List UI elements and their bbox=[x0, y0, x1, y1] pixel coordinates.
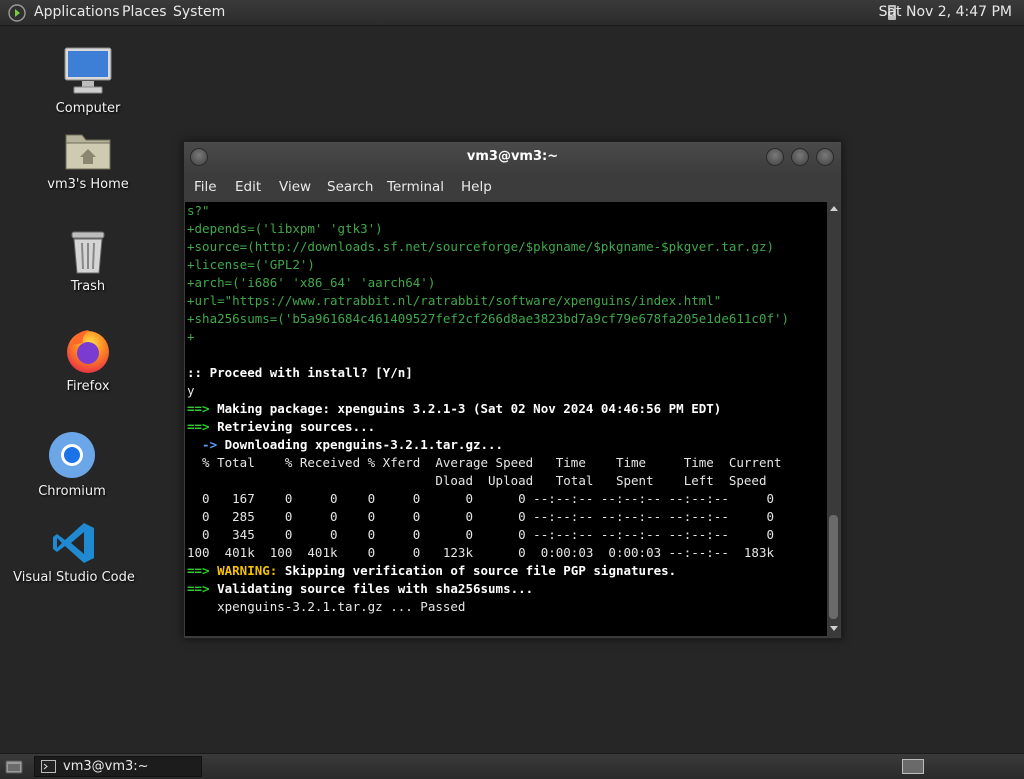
terminal-line: xpenguins-3.2.1.tar.gz ... Passed bbox=[187, 599, 466, 614]
vscode-icon bbox=[53, 523, 94, 563]
desktop-icon-trash[interactable]: Trash bbox=[23, 229, 153, 294]
terminal-line: 100 401k 100 401k 0 0 123k 0 0:00:03 0:0… bbox=[187, 545, 774, 560]
terminal-line: y bbox=[187, 383, 195, 398]
line-segment: ==> bbox=[187, 563, 210, 578]
desktop-icon-label: Visual Studio Code bbox=[13, 570, 135, 585]
window-titlebar[interactable]: vm3@vm3:~ bbox=[184, 142, 841, 173]
line-text: Retrieving sources... bbox=[209, 419, 376, 434]
trash-icon bbox=[71, 231, 105, 274]
menu-file[interactable]: File bbox=[194, 179, 217, 195]
terminal-line: ==> WARNING: Skipping verification of so… bbox=[187, 562, 676, 580]
terminal-line: 0 167 0 0 0 0 0 0 --:--:-- --:--:-- --:-… bbox=[187, 491, 774, 506]
desktop-icon-label: vm3's Home bbox=[47, 177, 129, 192]
terminal-window[interactable]: vm3@vm3:~ File Edit View Search Terminal… bbox=[183, 141, 842, 639]
menu-system[interactable]: System bbox=[173, 4, 225, 20]
terminal-line: +sha256sums=('b5a961684c461409527fef2cf2… bbox=[187, 311, 790, 326]
terminal-line: ==> Retrieving sources... bbox=[187, 418, 375, 436]
terminal-line: ==> Making package: xpenguins 3.2.1-3 (S… bbox=[187, 400, 721, 418]
clock[interactable]: Sat Nov 2, 4:47 PM bbox=[879, 4, 1012, 20]
desktop-icon-label: Trash bbox=[70, 279, 106, 294]
desktop-icon-label: Computer bbox=[55, 101, 121, 116]
maximize-button[interactable] bbox=[791, 148, 809, 166]
line-segment: WARNING: bbox=[209, 563, 278, 578]
desktop-icon-firefox[interactable]: Firefox bbox=[23, 325, 153, 394]
line-text: Making package: xpenguins 3.2.1-3 (Sat 0… bbox=[209, 401, 722, 416]
workspace-switcher[interactable] bbox=[902, 759, 924, 774]
terminal-line: :: Proceed with install? [Y/n] bbox=[187, 365, 413, 380]
applications-logo-icon[interactable] bbox=[8, 4, 26, 22]
desktop-icon-label: Firefox bbox=[66, 379, 110, 394]
terminal-line: Dload Upload Total Spent Left Speed bbox=[187, 473, 767, 488]
menu-view[interactable]: View bbox=[279, 179, 311, 195]
prompt-prefix: ==> bbox=[187, 401, 210, 416]
line-text: Downloading xpenguins-3.2.1.tar.gz... bbox=[217, 437, 504, 452]
chromium-icon bbox=[49, 432, 95, 478]
taskbar-button-terminal[interactable]: vm3@vm3:~ bbox=[34, 756, 202, 777]
prompt-prefix: ==> bbox=[187, 581, 210, 596]
terminal-line: ==> Validating source files with sha256s… bbox=[187, 580, 533, 598]
minimize-button[interactable] bbox=[766, 148, 784, 166]
close-button[interactable] bbox=[816, 148, 834, 166]
menu-search[interactable]: Search bbox=[327, 179, 373, 195]
window-title: vm3@vm3:~ bbox=[466, 149, 559, 164]
menu-terminal[interactable]: Terminal bbox=[387, 179, 444, 195]
line-segment: Skipping verification of source file PGP… bbox=[277, 563, 677, 578]
terminal-line: -> Downloading xpenguins-3.2.1.tar.gz... bbox=[187, 436, 503, 454]
prompt-prefix: ==> bbox=[187, 419, 210, 434]
desktop-icon-home[interactable]: vm3's Home bbox=[23, 127, 153, 192]
home-folder-icon bbox=[65, 134, 111, 170]
scroll-up-icon[interactable] bbox=[830, 206, 838, 211]
terminal-menubar: File Edit View Search Terminal Help bbox=[184, 173, 841, 202]
terminal-scrollbar[interactable] bbox=[827, 202, 840, 636]
bottom-panel: vm3@vm3:~ bbox=[0, 753, 1024, 779]
computer-icon bbox=[64, 47, 112, 94]
terminal-line: s?" bbox=[187, 203, 210, 218]
terminal-output[interactable]: s?" +depends=('libxpm' 'gtk3') +source=(… bbox=[185, 202, 827, 636]
scrollbar-thumb[interactable] bbox=[829, 515, 838, 619]
terminal-line: +source=(http://downloads.sf.net/sourcef… bbox=[187, 239, 774, 254]
terminal-line: +url="https://www.ratrabbit.nl/ratrabbit… bbox=[187, 293, 722, 308]
prompt-prefix: -> bbox=[187, 437, 218, 452]
terminal-line: +depends=('libxpm' 'gtk3') bbox=[187, 221, 383, 236]
desktop-icon-chromium[interactable]: Chromium bbox=[7, 430, 137, 499]
firefox-icon bbox=[67, 330, 109, 373]
desktop-icon-label: Chromium bbox=[38, 484, 106, 499]
terminal-line: 0 285 0 0 0 0 0 0 --:--:-- --:--:-- --:-… bbox=[187, 509, 774, 524]
terminal-line: + bbox=[187, 329, 195, 344]
menu-applications[interactable]: Applications bbox=[34, 4, 120, 20]
scroll-down-icon[interactable] bbox=[830, 626, 838, 631]
menu-places[interactable]: Places bbox=[122, 4, 167, 20]
terminal-line: +arch=('i686' 'x86_64' 'aarch64') bbox=[187, 275, 436, 290]
terminal-line: +license=('GPL2') bbox=[187, 257, 315, 272]
taskbar-button-label: vm3@vm3:~ bbox=[63, 759, 149, 774]
terminal-line: 0 345 0 0 0 0 0 0 --:--:-- --:--:-- --:-… bbox=[187, 527, 774, 542]
desktop-icon-computer[interactable]: Computer bbox=[23, 45, 153, 116]
terminal-line: % Total % Received % Xferd Average Speed… bbox=[187, 455, 782, 470]
desktop-icon-vscode[interactable]: Visual Studio Code bbox=[9, 520, 139, 585]
line-text: Validating source files with sha256sums.… bbox=[209, 581, 534, 596]
menu-help[interactable]: Help bbox=[461, 179, 492, 195]
top-panel: Applications Places System Sat Nov 2, 4:… bbox=[0, 0, 1024, 26]
show-desktop-icon[interactable] bbox=[5, 758, 23, 775]
terminal-icon bbox=[41, 760, 56, 773]
menu-edit[interactable]: Edit bbox=[235, 179, 261, 195]
